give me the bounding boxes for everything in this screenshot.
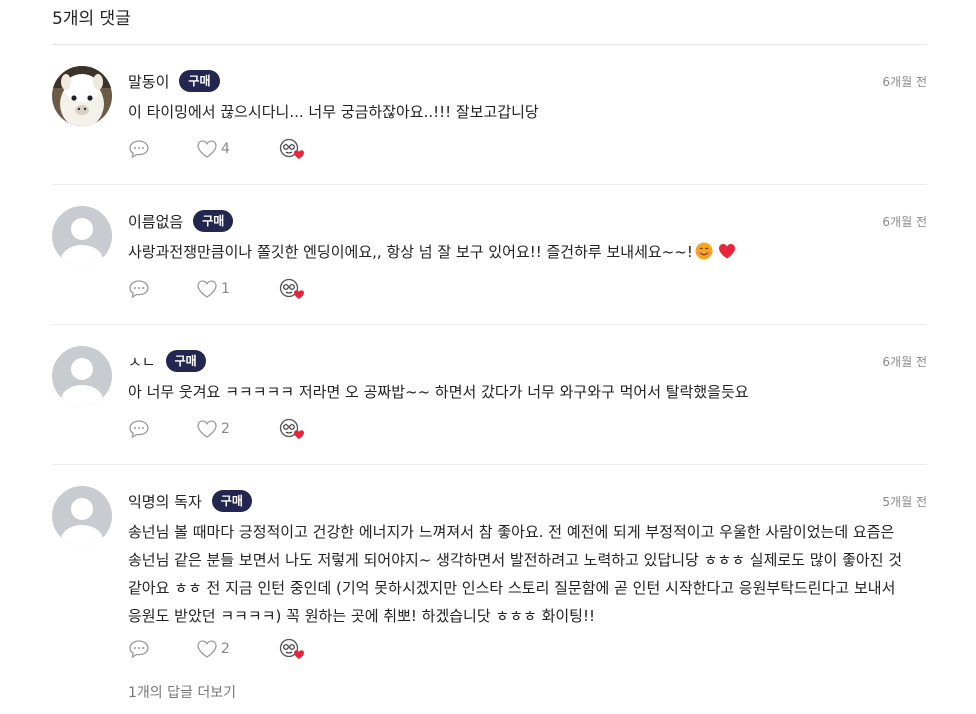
avatar[interactable]	[52, 346, 112, 406]
avatar[interactable]	[52, 206, 112, 266]
timestamp: 6개월 전	[882, 75, 927, 89]
purchase-badge: 구매	[165, 350, 206, 372]
divider	[52, 44, 927, 45]
comment-header: 익명의 독자 구매	[128, 489, 252, 513]
speech-bubble-icon	[129, 420, 149, 439]
timestamp: 5개월 전	[882, 495, 927, 509]
speech-bubble-icon	[129, 640, 149, 659]
reaction-button[interactable]	[278, 278, 306, 300]
purchase-badge: 구매	[179, 70, 220, 92]
like-button[interactable]: 2	[196, 639, 230, 659]
reaction-emoji-icon	[279, 138, 304, 159]
comment-text: 아 너무 웃겨요 ㅋㅋㅋㅋㅋ 저라면 오 공짜밥~~ 하면서 갔다가 너무 와구…	[128, 383, 749, 401]
comments-section: 5개의 댓글 말동이 구매 6개월 전 이 타이밍에서 끊으시다니... 너무 …	[0, 0, 976, 714]
comment-item: 익명의 독자 구매 5개월 전 송넌님 볼 때마다 긍정적이고 건강한 에너지가…	[52, 486, 927, 676]
like-button[interactable]: 1	[196, 279, 230, 299]
red-heart-emoji-icon	[718, 241, 736, 269]
like-count: 1	[221, 281, 230, 297]
reaction-emoji-icon	[279, 638, 304, 659]
reaction-button[interactable]	[278, 138, 306, 160]
like-button[interactable]: 2	[196, 419, 230, 439]
reaction-emoji-icon	[279, 278, 304, 299]
author-name[interactable]: 익명의 독자	[128, 491, 202, 512]
comment-actions: 2	[128, 638, 306, 660]
reply-button[interactable]	[128, 139, 150, 159]
comment-header: 이름없음 구매	[128, 209, 234, 233]
divider	[52, 184, 927, 185]
reply-button[interactable]	[128, 419, 150, 439]
smiling-face-emoji-icon	[695, 241, 713, 269]
heart-outline-icon	[197, 640, 217, 658]
author-name[interactable]: ㅅㄴ	[128, 351, 156, 372]
more-replies-link[interactable]: 1개의 답글 더보기	[128, 682, 236, 702]
speech-bubble-icon	[129, 140, 149, 159]
divider	[52, 464, 927, 465]
comment-header: 말동이 구매	[128, 69, 220, 93]
timestamp: 6개월 전	[882, 215, 927, 229]
reaction-button[interactable]	[278, 638, 306, 660]
speech-bubble-icon	[129, 280, 149, 299]
author-name[interactable]: 이름없음	[128, 211, 183, 232]
heart-outline-icon	[197, 420, 217, 438]
comment-text: 송넌님 볼 때마다 긍정적이고 건강한 에너지가 느껴져서 참 좋아요. 전 예…	[128, 523, 903, 625]
reaction-emoji-icon	[279, 418, 304, 439]
like-button[interactable]: 4	[196, 139, 230, 159]
heart-outline-icon	[197, 140, 217, 158]
comment-header: ㅅㄴ 구매	[128, 349, 206, 373]
timestamp: 6개월 전	[882, 355, 927, 369]
reaction-button[interactable]	[278, 418, 306, 440]
comment-actions: 4	[128, 138, 306, 160]
avatar[interactable]	[52, 486, 112, 546]
comment-item: ㅅㄴ 구매 6개월 전 아 너무 웃겨요 ㅋㅋㅋㅋㅋ 저라면 오 공짜밥~~ 하…	[52, 346, 927, 456]
comment-text: 사랑과전쟁만큼이나 쫄깃한 엔딩이에요,, 항상 넘 잘 보구 있어요!! 즐건…	[128, 243, 693, 261]
comment-actions: 1	[128, 278, 306, 300]
heart-outline-icon	[197, 280, 217, 298]
comment-actions: 2	[128, 418, 306, 440]
author-name[interactable]: 말동이	[128, 71, 169, 92]
comment-count: 5개의 댓글	[52, 9, 131, 29]
like-count: 4	[221, 141, 230, 157]
purchase-badge: 구매	[193, 210, 234, 232]
comment-item: 말동이 구매 6개월 전 이 타이밍에서 끊으시다니... 너무 궁금하잖아요.…	[52, 66, 927, 176]
divider	[52, 324, 927, 325]
reply-button[interactable]	[128, 639, 150, 659]
reply-button[interactable]	[128, 279, 150, 299]
comment-text: 이 타이밍에서 끊으시다니... 너무 궁금하잖아요..!!! 잘보고갑니당	[128, 103, 539, 121]
purchase-badge: 구매	[211, 490, 252, 512]
avatar[interactable]	[52, 66, 112, 126]
like-count: 2	[221, 641, 230, 657]
comment-body: 사랑과전쟁만큼이나 쫄깃한 엔딩이에요,, 항상 넘 잘 보구 있어요!! 즐건…	[128, 238, 927, 269]
like-count: 2	[221, 421, 230, 437]
comment-item: 이름없음 구매 6개월 전 사랑과전쟁만큼이나 쫄깃한 엔딩이에요,, 항상 넘…	[52, 206, 927, 316]
